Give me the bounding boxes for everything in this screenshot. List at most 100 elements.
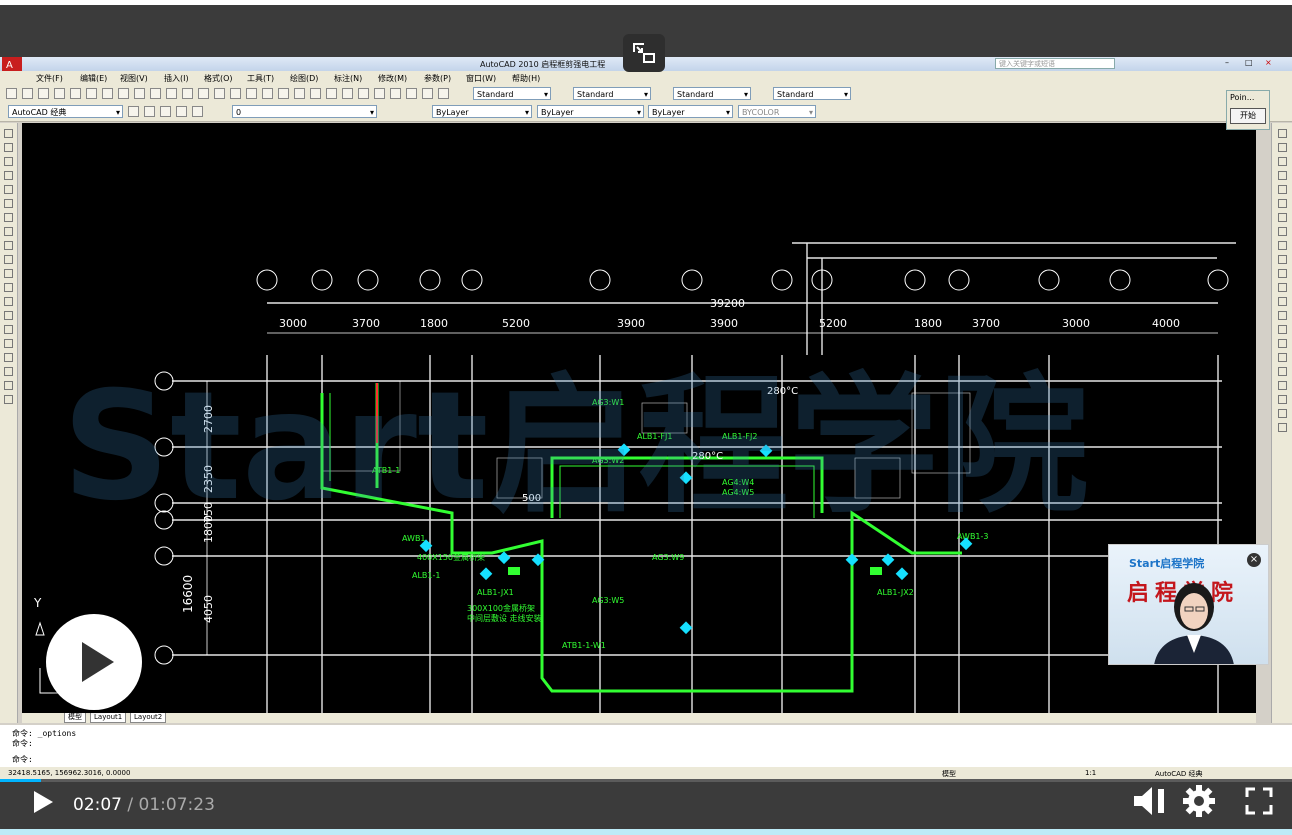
- workspace-switch[interactable]: AutoCAD 经典: [1155, 769, 1203, 779]
- annotation-scale[interactable]: 1:1: [1085, 769, 1096, 777]
- layer-tool-icon-0[interactable]: [128, 106, 139, 117]
- standard-tool-icon-17[interactable]: [278, 88, 289, 99]
- standard-tool-icon-22[interactable]: [358, 88, 369, 99]
- draw-tool-icon-1[interactable]: [4, 143, 13, 152]
- modify-tool-icon-15[interactable]: [1278, 339, 1287, 348]
- standard-tool-icon-3[interactable]: [54, 88, 65, 99]
- modify-tool-icon-16[interactable]: [1278, 353, 1287, 362]
- tab-model[interactable]: 模型: [64, 713, 86, 723]
- draw-tool-icon-2[interactable]: [4, 157, 13, 166]
- workspace-select[interactable]: AutoCAD 经典: [8, 105, 123, 119]
- draw-tool-icon-0[interactable]: [4, 129, 13, 138]
- tab-layout1[interactable]: Layout1: [90, 713, 127, 723]
- autocad-logo-icon[interactable]: A: [2, 57, 22, 71]
- menu-item-4[interactable]: 格式(O): [204, 73, 233, 84]
- standard-tool-icon-12[interactable]: [198, 88, 209, 99]
- fullscreen-icon[interactable]: [1245, 787, 1273, 815]
- webcam-close-button[interactable]: ×: [1247, 553, 1261, 567]
- standard-tool-icon-18[interactable]: [294, 88, 305, 99]
- modify-tool-icon-7[interactable]: [1278, 227, 1287, 236]
- color-select[interactable]: ByLayer: [432, 105, 532, 119]
- standard-tool-icon-16[interactable]: [262, 88, 273, 99]
- lineweight-select[interactable]: ByLayer: [648, 105, 733, 119]
- standard-tool-icon-19[interactable]: [310, 88, 321, 99]
- draw-tool-icon-10[interactable]: [4, 269, 13, 278]
- draw-tool-icon-14[interactable]: [4, 325, 13, 334]
- standard-tool-icon-24[interactable]: [390, 88, 401, 99]
- plotstyle-select[interactable]: BYCOLOR: [738, 105, 816, 119]
- modify-tool-icon-17[interactable]: [1278, 367, 1287, 376]
- menu-item-10[interactable]: 窗口(W): [466, 73, 496, 84]
- menu-item-0[interactable]: 文件(F): [36, 73, 63, 84]
- menu-item-7[interactable]: 标注(N): [334, 73, 362, 84]
- play-toggle-icon[interactable]: [30, 789, 56, 815]
- dim-style-select[interactable]: Standard: [573, 87, 651, 101]
- draw-tool-icon-5[interactable]: [4, 199, 13, 208]
- menu-item-5[interactable]: 工具(T): [247, 73, 274, 84]
- standard-tool-icon-5[interactable]: [86, 88, 97, 99]
- draw-tool-icon-11[interactable]: [4, 283, 13, 292]
- modify-tool-icon-10[interactable]: [1278, 269, 1287, 278]
- draw-tool-icon-17[interactable]: [4, 367, 13, 376]
- layer-select[interactable]: 0: [232, 105, 377, 119]
- window-max-button[interactable]: □: [1245, 58, 1253, 67]
- menu-item-2[interactable]: 视图(V): [120, 73, 148, 84]
- layer-tool-icon-3[interactable]: [176, 106, 187, 117]
- draw-tool-icon-18[interactable]: [4, 381, 13, 390]
- menu-item-9[interactable]: 参数(P): [424, 73, 451, 84]
- standard-tool-icon-2[interactable]: [38, 88, 49, 99]
- start-button[interactable]: 开始: [1230, 108, 1266, 124]
- linetype-select[interactable]: ByLayer: [537, 105, 644, 119]
- drawing-canvas[interactable]: 39200 3000 3700 1800 5200 3900 3900 5200 1800 37…: [22, 123, 1256, 713]
- modify-tool-icon-4[interactable]: [1278, 185, 1287, 194]
- draw-tool-icon-12[interactable]: [4, 297, 13, 306]
- modify-tool-icon-13[interactable]: [1278, 311, 1287, 320]
- modify-tool-icon-3[interactable]: [1278, 171, 1287, 180]
- standard-tool-icon-9[interactable]: [150, 88, 161, 99]
- model-space-button[interactable]: 模型: [942, 769, 956, 779]
- standard-tool-icon-6[interactable]: [102, 88, 113, 99]
- standard-tool-icon-4[interactable]: [70, 88, 81, 99]
- layer-tool-icon-2[interactable]: [160, 106, 171, 117]
- standard-tool-icon-13[interactable]: [214, 88, 225, 99]
- standard-tool-icon-15[interactable]: [246, 88, 257, 99]
- standard-tool-icon-1[interactable]: [22, 88, 33, 99]
- modify-tool-icon-11[interactable]: [1278, 283, 1287, 292]
- command-window[interactable]: 命令: _options 命令: 命令:: [0, 725, 1292, 767]
- exit-pip-button[interactable]: [623, 34, 665, 72]
- layer-tool-icon-4[interactable]: [192, 106, 203, 117]
- standard-tool-icon-10[interactable]: [166, 88, 177, 99]
- text-style-select[interactable]: Standard: [473, 87, 551, 101]
- standard-tool-icon-8[interactable]: [134, 88, 145, 99]
- tab-layout2[interactable]: Layout2: [130, 713, 167, 723]
- modify-tool-icon-2[interactable]: [1278, 157, 1287, 166]
- draw-tool-icon-16[interactable]: [4, 353, 13, 362]
- modify-tool-icon-18[interactable]: [1278, 381, 1287, 390]
- draw-tool-icon-15[interactable]: [4, 339, 13, 348]
- standard-tool-icon-26[interactable]: [422, 88, 433, 99]
- window-close-button[interactable]: ×: [1265, 58, 1272, 67]
- standard-tool-icon-25[interactable]: [406, 88, 417, 99]
- menu-item-8[interactable]: 修改(M): [378, 73, 407, 84]
- command-prompt[interactable]: 命令:: [12, 754, 33, 765]
- standard-tool-icon-14[interactable]: [230, 88, 241, 99]
- modify-tool-icon-21[interactable]: [1278, 423, 1287, 432]
- help-search-input[interactable]: 键入关键字或短语: [995, 58, 1115, 69]
- draw-tool-icon-6[interactable]: [4, 213, 13, 222]
- draw-tool-icon-19[interactable]: [4, 395, 13, 404]
- play-button-overlay[interactable]: [46, 614, 142, 710]
- menu-item-3[interactable]: 插入(I): [164, 73, 189, 84]
- standard-tool-icon-7[interactable]: [118, 88, 129, 99]
- standard-tool-icon-23[interactable]: [374, 88, 385, 99]
- draw-tool-icon-3[interactable]: [4, 171, 13, 180]
- menu-item-6[interactable]: 绘图(D): [290, 73, 318, 84]
- window-min-button[interactable]: –: [1225, 58, 1229, 67]
- progress-track[interactable]: [0, 779, 1292, 782]
- mleader-style-select[interactable]: Standard: [773, 87, 851, 101]
- modify-tool-icon-8[interactable]: [1278, 241, 1287, 250]
- draw-tool-icon-13[interactable]: [4, 311, 13, 320]
- modify-tool-icon-12[interactable]: [1278, 297, 1287, 306]
- draw-tool-icon-8[interactable]: [4, 241, 13, 250]
- modify-tool-icon-19[interactable]: [1278, 395, 1287, 404]
- draw-tool-icon-9[interactable]: [4, 255, 13, 264]
